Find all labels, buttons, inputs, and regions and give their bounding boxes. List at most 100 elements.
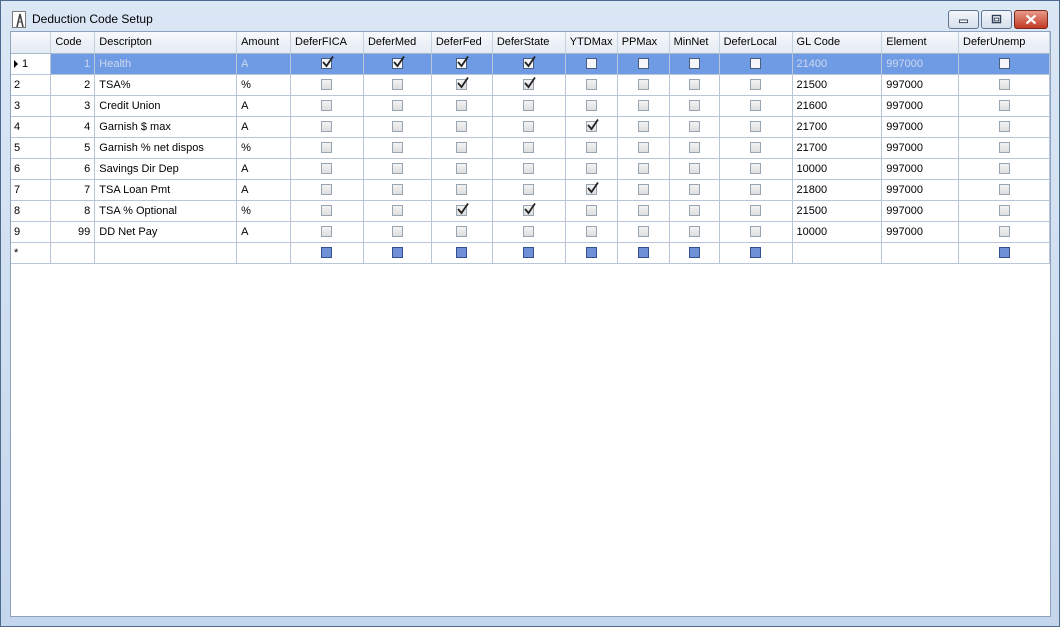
deferstate-checkbox[interactable] <box>523 56 537 70</box>
cell-defermed[interactable] <box>363 221 432 243</box>
defermed-checkbox[interactable] <box>391 121 403 133</box>
ppmax-checkbox[interactable] <box>637 142 649 154</box>
cell-deferfed[interactable] <box>431 116 493 138</box>
cell-ppmax[interactable] <box>617 158 670 180</box>
deferfica-checkbox[interactable] <box>321 184 333 196</box>
deferlocal-checkbox[interactable] <box>750 100 762 112</box>
row-header[interactable]: 6 <box>11 158 52 180</box>
new-cell-gl-code[interactable] <box>792 242 883 264</box>
deferunemp-checkbox[interactable] <box>998 205 1010 217</box>
cell-description[interactable]: Savings Dir Dep <box>94 158 238 180</box>
close-button[interactable] <box>1014 10 1048 29</box>
cell-ppmax[interactable] <box>617 200 670 222</box>
minnet-checkbox[interactable] <box>688 121 700 133</box>
deferlocal-checkbox[interactable] <box>750 163 762 175</box>
cell-deferlocal[interactable] <box>719 116 793 138</box>
cell-deferfica[interactable] <box>290 53 364 75</box>
new-cell-defermed[interactable] <box>363 242 432 264</box>
cell-code[interactable]: 99 <box>50 221 96 243</box>
cell-deferfica[interactable] <box>290 137 364 159</box>
cell-deferunemp[interactable] <box>958 74 1050 96</box>
title-bar[interactable]: Deduction Code Setup <box>1 1 1059 31</box>
deferunemp-checkbox[interactable] <box>998 184 1010 196</box>
cell-element[interactable]: 997000 <box>881 74 960 96</box>
deferfed-checkbox[interactable] <box>456 247 468 259</box>
ytdmax-checkbox[interactable] <box>585 226 597 238</box>
cell-deferfed[interactable] <box>431 221 493 243</box>
row-header[interactable]: 7 <box>11 179 52 201</box>
cell-amount[interactable]: A <box>236 221 292 243</box>
cell-deferstate[interactable] <box>492 53 566 75</box>
deferlocal-checkbox[interactable] <box>750 121 762 133</box>
cell-element[interactable]: 997000 <box>881 158 960 180</box>
deferfica-checkbox[interactable] <box>321 142 333 154</box>
new-cell-ytdmax[interactable] <box>565 242 618 264</box>
cell-ppmax[interactable] <box>617 137 670 159</box>
col-header-amount[interactable]: Amount <box>236 32 292 54</box>
defermed-checkbox[interactable] <box>391 184 403 196</box>
deferstate-checkbox[interactable] <box>523 121 535 133</box>
cell-defermed[interactable] <box>363 137 432 159</box>
cell-deferfica[interactable] <box>290 200 364 222</box>
cell-amount[interactable]: A <box>236 158 292 180</box>
new-cell-deferstate[interactable] <box>492 242 566 264</box>
col-header-deferlocal[interactable]: DeferLocal <box>719 32 793 54</box>
cell-element[interactable]: 997000 <box>881 95 960 117</box>
cell-amount[interactable]: % <box>236 200 292 222</box>
table-row[interactable]: 8 8 TSA % Optional% 21500 997000 <box>11 200 1050 222</box>
minnet-checkbox[interactable] <box>688 58 700 70</box>
cell-deferstate[interactable] <box>492 74 566 96</box>
cell-description[interactable]: DD Net Pay <box>94 221 238 243</box>
cell-deferstate[interactable] <box>492 179 566 201</box>
deferunemp-checkbox[interactable] <box>998 247 1010 259</box>
new-cell-code[interactable] <box>50 242 96 264</box>
ytdmax-checkbox[interactable] <box>585 119 599 133</box>
cell-amount[interactable]: A <box>236 179 292 201</box>
cell-defermed[interactable] <box>363 74 432 96</box>
cell-deferstate[interactable] <box>492 200 566 222</box>
new-cell-minnet[interactable] <box>669 242 720 264</box>
defermed-checkbox[interactable] <box>391 56 405 70</box>
deferunemp-checkbox[interactable] <box>998 79 1010 91</box>
ytdmax-checkbox[interactable] <box>585 182 599 196</box>
cell-deferlocal[interactable] <box>719 221 793 243</box>
deferfica-checkbox[interactable] <box>321 247 333 259</box>
new-cell-ppmax[interactable] <box>617 242 670 264</box>
deferlocal-checkbox[interactable] <box>750 184 762 196</box>
deferfed-checkbox[interactable] <box>456 121 468 133</box>
deferlocal-checkbox[interactable] <box>750 58 762 70</box>
deferfica-checkbox[interactable] <box>321 121 333 133</box>
cell-amount[interactable]: A <box>236 116 292 138</box>
ytdmax-checkbox[interactable] <box>585 58 597 70</box>
cell-deferfed[interactable] <box>431 95 493 117</box>
deferstate-checkbox[interactable] <box>523 142 535 154</box>
cell-element[interactable]: 997000 <box>881 179 960 201</box>
deferfica-checkbox[interactable] <box>321 205 333 217</box>
deferfed-checkbox[interactable] <box>456 142 468 154</box>
cell-gl-code[interactable]: 10000 <box>792 221 883 243</box>
deferfed-checkbox[interactable] <box>456 184 468 196</box>
deferstate-checkbox[interactable] <box>523 247 535 259</box>
cell-defermed[interactable] <box>363 179 432 201</box>
deferstate-checkbox[interactable] <box>523 163 535 175</box>
cell-deferfica[interactable] <box>290 221 364 243</box>
cell-minnet[interactable] <box>669 200 720 222</box>
cell-description[interactable]: Credit Union <box>94 95 238 117</box>
cell-element[interactable]: 997000 <box>881 200 960 222</box>
cell-description[interactable]: TSA Loan Pmt <box>94 179 238 201</box>
cell-deferunemp[interactable] <box>958 53 1050 75</box>
ytdmax-checkbox[interactable] <box>585 205 597 217</box>
ytdmax-checkbox[interactable] <box>585 100 597 112</box>
cell-deferlocal[interactable] <box>719 95 793 117</box>
cell-deferfica[interactable] <box>290 179 364 201</box>
cell-description[interactable]: Garnish $ max <box>94 116 238 138</box>
cell-ppmax[interactable] <box>617 95 670 117</box>
cell-deferstate[interactable] <box>492 137 566 159</box>
cell-gl-code[interactable]: 21600 <box>792 95 883 117</box>
minnet-checkbox[interactable] <box>688 100 700 112</box>
defermed-checkbox[interactable] <box>391 163 403 175</box>
cell-deferfica[interactable] <box>290 95 364 117</box>
cell-gl-code[interactable]: 21500 <box>792 200 883 222</box>
minnet-checkbox[interactable] <box>688 79 700 91</box>
row-header[interactable]: 9 <box>11 221 52 243</box>
